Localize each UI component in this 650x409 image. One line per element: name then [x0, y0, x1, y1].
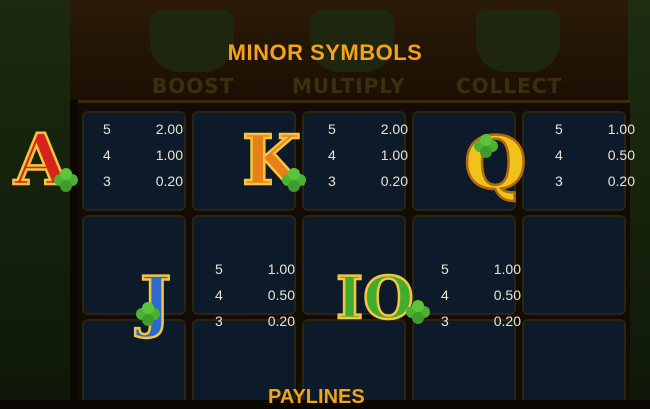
pay-row: 5 1.00 [555, 121, 635, 137]
pay-row: 4 1.00 [103, 147, 183, 163]
pay-row: 5 1.00 [441, 261, 521, 277]
background-label-collect: COLLECT [456, 74, 563, 98]
symbol-j-icon: J [132, 258, 192, 342]
symbol-k-icon: K [238, 118, 310, 202]
pay-row: 3 0.20 [215, 313, 295, 329]
paytable-a: 5 2.00 4 1.00 3 0.20 [103, 121, 183, 199]
background-label-boost: BOOST [152, 74, 235, 98]
background-reel-cell [522, 215, 626, 315]
pay-row: 5 1.00 [215, 261, 295, 277]
paytable-q: 5 1.00 4 0.50 3 0.20 [555, 121, 635, 199]
pay-row: 4 0.50 [215, 287, 295, 303]
pay-row: 4 1.00 [328, 147, 408, 163]
pay-row: 4 0.50 [555, 147, 635, 163]
pay-row: 3 0.20 [555, 173, 635, 189]
pay-row: 5 2.00 [103, 121, 183, 137]
symbol-10-glyph: IO [336, 264, 414, 332]
symbol-10-icon: IO [334, 258, 434, 336]
paytable-10: 5 1.00 4 0.50 3 0.20 [441, 261, 521, 339]
section-title-paylines: PAYLINES [268, 386, 365, 408]
pay-row: 3 0.20 [441, 313, 521, 329]
pay-row: 5 2.00 [328, 121, 408, 137]
background-label-multiply: MULTIPLY [292, 74, 406, 98]
symbol-j-glyph: J [135, 262, 171, 340]
symbol-q-icon: Q [462, 118, 538, 207]
symbol-a-icon: A [12, 117, 84, 202]
paytable-k: 5 2.00 4 1.00 3 0.20 [328, 121, 408, 199]
paytable-j: 5 1.00 4 0.50 3 0.20 [215, 261, 295, 339]
pay-row: 3 0.20 [328, 173, 408, 189]
background-reel-cell [522, 319, 626, 400]
pay-row: 4 0.50 [441, 287, 521, 303]
pay-row: 3 0.20 [103, 173, 183, 189]
page-title: MINOR SYMBOLS [227, 40, 423, 65]
symbol-q-glyph: Q [464, 120, 527, 205]
